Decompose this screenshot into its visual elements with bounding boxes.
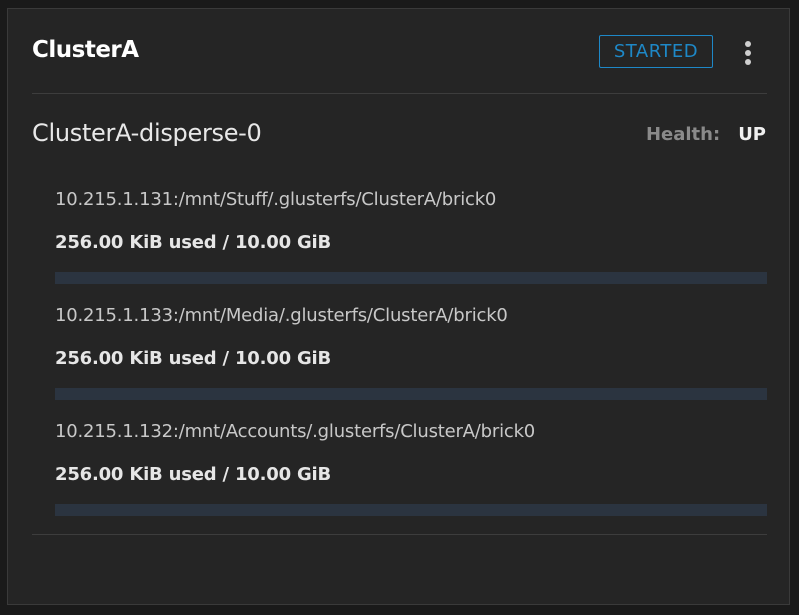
header-divider — [32, 93, 767, 94]
brick-usage: 256.00 KiB used / 10.00 GiB — [55, 232, 332, 253]
menu-dot — [745, 59, 751, 65]
cluster-title: ClusterA — [32, 37, 139, 63]
brick-item: 10.215.1.131:/mnt/Stuff/.glusterfs/Clust… — [55, 189, 767, 284]
brick-path: 10.215.1.132:/mnt/Accounts/.glusterfs/Cl… — [55, 421, 536, 442]
menu-dot — [745, 41, 751, 47]
brick-usage-bar — [55, 504, 767, 516]
footer-divider — [32, 534, 767, 535]
brick-path: 10.215.1.133:/mnt/Media/.glusterfs/Clust… — [55, 305, 508, 326]
brick-path: 10.215.1.131:/mnt/Stuff/.glusterfs/Clust… — [55, 189, 497, 210]
brick-usage-bar — [55, 272, 767, 284]
brick-item: 10.215.1.132:/mnt/Accounts/.glusterfs/Cl… — [55, 421, 767, 516]
health-status: Health: UP — [646, 124, 766, 145]
health-value: UP — [738, 124, 766, 145]
status-badge: STARTED — [599, 35, 713, 68]
health-label: Health: — [645, 124, 721, 145]
brick-usage: 256.00 KiB used / 10.00 GiB — [55, 464, 332, 485]
brick-item: 10.215.1.133:/mnt/Media/.glusterfs/Clust… — [55, 305, 767, 400]
brick-usage-bar — [55, 388, 767, 400]
volume-title: ClusterA-disperse-0 — [32, 119, 262, 147]
cluster-card: ClusterA STARTED ClusterA-disperse-0 Hea… — [7, 8, 790, 605]
brick-usage: 256.00 KiB used / 10.00 GiB — [55, 348, 332, 369]
menu-dot — [745, 50, 751, 56]
more-vertical-icon[interactable] — [736, 37, 760, 69]
